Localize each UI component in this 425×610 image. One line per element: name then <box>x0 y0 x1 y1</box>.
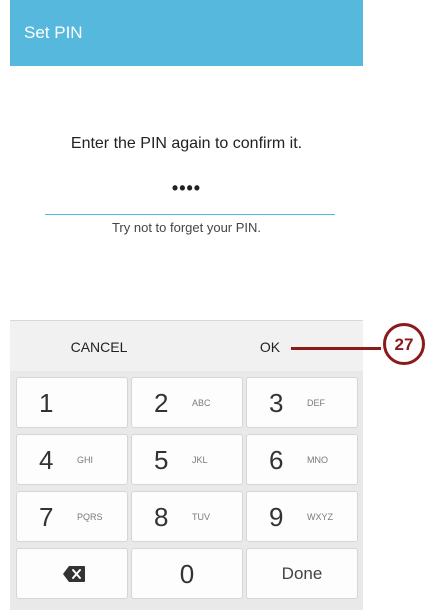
callout-number: 27 <box>394 335 414 354</box>
key-digit: 1 <box>39 388 54 418</box>
key-8[interactable]: 8 TUV <box>131 491 243 542</box>
key-digit: 0 <box>179 559 195 589</box>
key-letters: DEF <box>307 398 325 408</box>
pin-hint: Try not to forget your PIN. <box>111 220 262 235</box>
key-3[interactable]: 3 DEF <box>246 377 358 428</box>
done-label: Done <box>281 564 323 583</box>
key-letters: TUV <box>192 512 210 522</box>
key-letters: ABC <box>192 398 211 408</box>
key-letters: JKL <box>192 455 208 465</box>
backspace-key[interactable] <box>16 548 128 599</box>
callout-badge: 27 <box>383 323 425 365</box>
app-bar: Set PIN <box>10 0 363 66</box>
key-digit: 5 <box>154 445 169 475</box>
app-bar-title: Set PIN <box>24 23 83 42</box>
cancel-button[interactable]: CANCEL <box>54 321 144 371</box>
key-digit: 2 <box>154 388 169 418</box>
action-bar: CANCEL OK <box>10 320 363 371</box>
key-digit: 6 <box>269 445 284 475</box>
numeric-keypad: 1 2 ABC 3 DEF 4 GHI 5 JKL 6 MNO 7 PQRS 8 <box>10 371 363 610</box>
key-letters: WXYZ <box>307 512 333 522</box>
key-digit: 9 <box>269 502 284 532</box>
pin-input[interactable]: •••• <box>10 178 363 199</box>
phone-screen: Set PIN Enter the PIN again to confirm i… <box>10 0 363 610</box>
key-digit: 4 <box>39 445 54 475</box>
key-9[interactable]: 9 WXYZ <box>246 491 358 542</box>
key-digit: 8 <box>154 502 169 532</box>
key-letters: GHI <box>77 455 94 465</box>
pin-prompt: Enter the PIN again to confirm it. <box>70 135 303 152</box>
pin-entry-panel: Enter the PIN again to confirm it. •••• … <box>10 66 363 320</box>
done-key[interactable]: Done <box>246 548 358 599</box>
backspace-icon <box>63 566 85 582</box>
ok-button[interactable]: OK <box>250 321 290 371</box>
key-4[interactable]: 4 GHI <box>16 434 128 485</box>
key-letters: MNO <box>307 455 328 465</box>
pin-input-underline <box>45 214 335 215</box>
key-7[interactable]: 7 PQRS <box>16 491 128 542</box>
key-2[interactable]: 2 ABC <box>131 377 243 428</box>
key-digit: 7 <box>39 502 54 532</box>
key-letters: PQRS <box>77 512 103 522</box>
key-1[interactable]: 1 <box>16 377 128 428</box>
key-5[interactable]: 5 JKL <box>131 434 243 485</box>
callout-pointer-line <box>291 347 381 350</box>
key-6[interactable]: 6 MNO <box>246 434 358 485</box>
key-0[interactable]: 0 <box>131 548 243 599</box>
key-digit: 3 <box>269 388 284 418</box>
